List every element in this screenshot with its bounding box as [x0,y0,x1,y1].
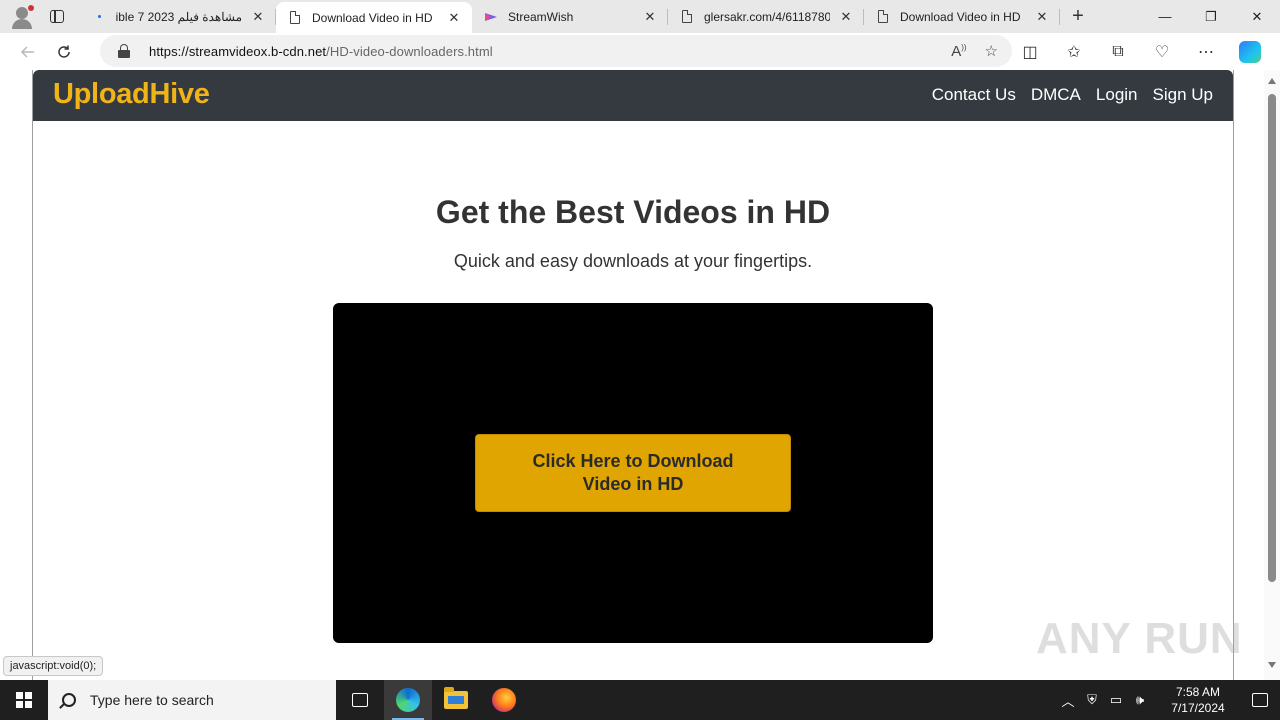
notifications-button[interactable] [1240,680,1280,720]
notification-icon [1252,693,1268,707]
page-viewport: UploadHive Contact Us DMCA Login Sign Up… [0,70,1280,680]
video-player[interactable]: Click Here to Download Video in HD [333,303,933,643]
loading-dot-icon [92,10,106,24]
scroll-up-arrow-icon[interactable] [1268,78,1276,84]
streamwish-icon [484,10,498,24]
document-icon [876,10,890,24]
address-bar[interactable]: https://streamvideox.b-cdn.net/HD-video-… [100,35,1012,67]
tab-close-icon[interactable]: ✕ [642,9,658,25]
refresh-button[interactable] [46,36,82,68]
firefox-icon [492,688,516,712]
site-logo[interactable]: UploadHive [53,78,210,111]
read-aloud-icon[interactable]: A)) [951,43,966,60]
task-view-icon [352,693,368,707]
site-header: UploadHive Contact Us DMCA Login Sign Up [33,70,1233,121]
minimize-button[interactable]: — [1142,0,1188,33]
tab-title: StreamWish [508,9,574,24]
tab-close-icon[interactable]: ✕ [838,9,854,25]
tab-close-icon[interactable]: ✕ [446,10,462,26]
edge-icon [396,688,420,712]
page-scrollbar[interactable] [1264,70,1280,680]
toolbar-icons: ◫ ✩ ⧉ ♡ ⋯ [1008,33,1272,70]
tab-title: Download Video in HD [900,9,1021,24]
browser-toolbar: https://streamvideox.b-cdn.net/HD-video-… [0,33,1280,70]
profile-avatar-icon[interactable] [0,0,34,33]
url-text[interactable]: https://streamvideox.b-cdn.net/HD-video-… [149,44,493,59]
url-host: https://streamvideox.b-cdn.net [149,43,327,59]
tab-title: Download Video in HD [312,10,433,25]
url-path: /HD-video-downloaders.html [326,43,493,59]
network-icon[interactable]: ▭ [1104,680,1128,720]
site-nav: Contact Us DMCA Login Sign Up [932,85,1213,105]
restore-button[interactable]: ❐ [1188,0,1234,33]
collections-icon[interactable]: ⧉ [1096,33,1140,70]
chevron-up-icon[interactable]: ︿ [1056,680,1080,720]
taskbar-edge[interactable] [384,680,432,720]
copilot-icon[interactable] [1228,33,1272,70]
tab-3[interactable]: StreamWish ✕ [472,0,668,33]
tab-actions-icon[interactable] [34,0,80,33]
start-button[interactable] [0,680,48,720]
taskbar-search[interactable]: Type here to search [48,680,336,720]
clock-date: 7/17/2024 [1171,701,1225,715]
folder-icon [444,687,468,709]
tab-4[interactable]: glersakr.com/4/6118780/ ✕ [668,0,864,33]
volume-icon[interactable]: 🕪 [1128,680,1152,720]
scroll-down-arrow-icon[interactable] [1268,662,1276,668]
more-menu-icon[interactable]: ⋯ [1184,33,1228,70]
back-arrow-icon [20,45,34,58]
nav-dmca[interactable]: DMCA [1031,85,1081,105]
refresh-icon [58,45,70,58]
nav-sign-up[interactable]: Sign Up [1153,85,1213,105]
taskbar-clock[interactable]: 7:58 AM 7/17/2024 [1156,684,1240,716]
task-view-button[interactable] [336,680,384,720]
new-tab-button[interactable]: + [1060,0,1096,33]
favorites-icon[interactable]: ✩ [1052,33,1096,70]
close-window-button[interactable]: ✕ [1234,0,1280,33]
window-controls: — ❐ ✕ [1142,0,1280,33]
download-video-button[interactable]: Click Here to Download Video in HD [475,434,791,512]
tab-title: مشاهدة فيلم 2023 Impossible 7 [116,9,242,24]
windows-taskbar: Type here to search ︿ ⛨ ▭ 🕪 7:58 AM 7/17… [0,680,1280,720]
tab-close-icon[interactable]: ✕ [250,9,266,25]
tab-5[interactable]: Download Video in HD ✕ [864,0,1060,33]
security-icon[interactable]: ⛨ [1080,680,1104,720]
tab-close-icon[interactable]: ✕ [1034,9,1050,25]
scrollbar-thumb[interactable] [1268,94,1276,582]
clock-time: 7:58 AM [1175,685,1221,699]
tab-strip: مشاهدة فيلم 2023 Impossible 7 ✕ Download… [0,0,1280,33]
screen: مشاهدة فيلم 2023 Impossible 7 ✕ Download… [0,0,1280,720]
tab-title: glersakr.com/4/6118780/ [704,9,830,24]
nav-login[interactable]: Login [1096,85,1138,105]
taskbar-file-explorer[interactable] [432,680,480,720]
browser-essentials-icon[interactable]: ♡ [1140,33,1184,70]
web-page: UploadHive Contact Us DMCA Login Sign Up… [32,70,1234,680]
tab-1[interactable]: مشاهدة فيلم 2023 Impossible 7 ✕ [80,0,276,33]
search-icon [62,693,76,707]
nav-contact-us[interactable]: Contact Us [932,85,1016,105]
split-screen-icon[interactable]: ◫ [1008,33,1052,70]
tab-2-active[interactable]: Download Video in HD ✕ [276,2,472,33]
anyrun-watermark: ANY RUN [1036,614,1243,663]
lock-icon[interactable] [118,44,130,58]
document-icon [288,11,302,25]
page-subtitle: Quick and easy downloads at your fingert… [453,251,813,271]
search-placeholder: Type here to search [90,692,214,708]
system-tray: ︿ ⛨ ▭ 🕪 7:58 AM 7/17/2024 [1056,680,1280,720]
favorite-star-icon[interactable]: ☆ [985,42,998,60]
status-url-bubble: javascript:void(0); [3,656,104,676]
document-icon [680,10,694,24]
windows-logo-icon [16,692,32,708]
page-title: Get the Best Videos in HD [435,194,831,230]
back-button[interactable] [10,36,46,68]
taskbar-firefox[interactable] [480,680,528,720]
